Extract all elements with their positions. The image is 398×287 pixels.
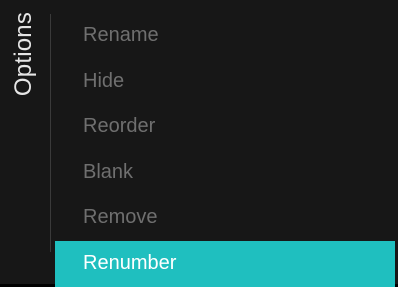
side-title: Options xyxy=(0,0,48,284)
menu-item-remove[interactable]: Remove xyxy=(55,195,395,241)
options-menu: Rename Hide Reorder Blank Remove Renumbe… xyxy=(55,13,395,287)
menu-item-blank[interactable]: Blank xyxy=(55,150,395,196)
menu-item-rename[interactable]: Rename xyxy=(55,13,395,59)
menu-item-hide[interactable]: Hide xyxy=(55,59,395,105)
options-title: Options xyxy=(10,11,37,97)
menu-item-reorder[interactable]: Reorder xyxy=(55,104,395,150)
options-panel: Options Rename Hide Reorder Blank Remove… xyxy=(0,0,398,287)
menu-item-renumber[interactable]: Renumber xyxy=(55,240,395,287)
vertical-divider xyxy=(50,14,51,252)
